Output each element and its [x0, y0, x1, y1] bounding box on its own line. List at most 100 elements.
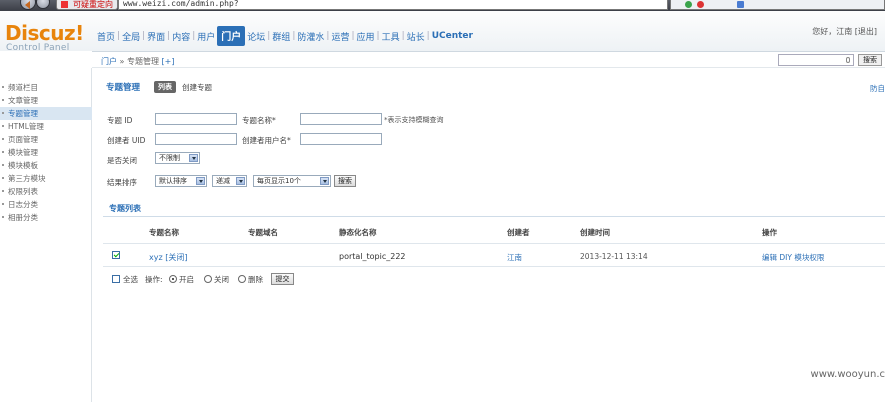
greeting-text: 您好，江南 [812, 27, 853, 36]
sidebar-item-channels[interactable]: 频道栏目 [0, 81, 92, 94]
creator-uid-input[interactable] [155, 133, 237, 145]
browser-extension-area [670, 0, 885, 10]
nav-operation[interactable]: 运营 [329, 30, 351, 43]
main-content: 专题管理 列表 创建专题 防自 专题 ID 专题名称* *表示支持模糊查询 创建… [92, 68, 885, 402]
topic-id-label: 专题 ID [107, 116, 133, 125]
address-bar-url: www.weizi.com/admin.php? [123, 0, 239, 8]
search-engine-icon[interactable] [737, 1, 744, 8]
topic-static-name-cell: portal_topic_222 [339, 252, 406, 261]
topic-id-input[interactable] [155, 113, 237, 125]
order-select[interactable]: 递减 [212, 175, 247, 187]
browser-toolbar: 可疑重定向 www.weizi.com/admin.php? [0, 0, 885, 11]
tab-list[interactable]: 列表 [154, 81, 177, 93]
nav-apps[interactable]: 应用 [355, 30, 377, 43]
breadcrumb-portal[interactable]: 门户 [101, 57, 117, 66]
batch-open-radio[interactable] [169, 275, 177, 283]
chevron-down-icon [189, 154, 198, 162]
select-all-label: 全选 [123, 275, 138, 284]
batch-close-radio[interactable] [204, 275, 212, 283]
nav-home[interactable]: 首页 [95, 30, 117, 43]
divider [103, 243, 885, 244]
sidebar-item-album-categories[interactable]: 相册分类 [0, 211, 92, 224]
breadcrumb-current: 专题管理 [127, 57, 159, 66]
sidebar-item-block-templates[interactable]: 模块模板 [0, 159, 92, 172]
sidebar-item-articles[interactable]: 文章管理 [0, 94, 92, 107]
nav-user[interactable]: 用户 [195, 30, 217, 43]
batch-delete-radio[interactable] [238, 275, 246, 283]
nav-content[interactable]: 内容 [170, 30, 192, 43]
topic-name-label: 专题名称* [242, 116, 276, 125]
sidebar-item-blog-categories[interactable]: 日志分类 [0, 198, 92, 211]
closed-select-value: 不限制 [159, 154, 180, 162]
watermark-text: www.wooyun.c [810, 369, 885, 380]
topic-name-input[interactable] [300, 113, 382, 125]
sidebar-item-html[interactable]: HTML管理 [0, 120, 92, 133]
creator-uid-label: 创建者 UID [107, 136, 146, 145]
sidebar-item-blocks[interactable]: 模块管理 [0, 146, 92, 159]
nav-tools[interactable]: 工具 [380, 30, 402, 43]
page-title-row: 专题管理 列表 创建专题 [106, 81, 212, 93]
row-checkbox[interactable] [112, 251, 120, 259]
microphone-icon [846, 57, 850, 63]
nav-forum[interactable]: 论坛 [245, 30, 267, 43]
logout-link[interactable]: [退出] [855, 27, 877, 36]
nav-ucenter[interactable]: UCenter [430, 31, 475, 41]
sort-select[interactable]: 默认排序 [155, 175, 207, 187]
order-select-value: 递减 [216, 177, 230, 185]
column-header-static-name: 静态化名称 [339, 228, 377, 237]
discuz-logo[interactable]: Discuz! [5, 21, 84, 45]
browser-tab[interactable]: 可疑重定向 [56, 0, 118, 10]
divider [103, 266, 885, 267]
closed-select[interactable]: 不限制 [155, 152, 200, 164]
chevron-down-icon [196, 177, 205, 185]
column-header-created: 创建时间 [580, 228, 610, 237]
nav-global[interactable]: 全局 [120, 30, 142, 43]
chevron-down-icon [320, 177, 329, 185]
creator-name-label: 创建者用户名* [242, 136, 291, 145]
nav-founder[interactable]: 站长 [405, 30, 427, 43]
batch-close-label: 关闭 [214, 275, 229, 284]
divider [103, 216, 885, 217]
address-bar[interactable]: www.weizi.com/admin.php? [118, 0, 668, 10]
breadcrumb-separator: » [119, 57, 125, 66]
column-header-name: 专题名称 [149, 228, 179, 237]
topic-actions-links[interactable]: 编辑 DIY 模块权限 [762, 252, 824, 263]
help-link[interactable]: 防自 [870, 83, 885, 94]
filter-search-button[interactable]: 搜索 [334, 175, 356, 187]
add-shortcut-link[interactable]: [+] [162, 57, 175, 66]
topic-name-link[interactable]: xyz [关闭] [149, 252, 187, 263]
sidebar-item-topics[interactable]: 专题管理 [0, 107, 92, 120]
sidebar-item-third-party-blocks[interactable]: 第三方模块 [0, 172, 92, 185]
sidebar-item-permissions[interactable]: 权限列表 [0, 185, 92, 198]
browser-tab-title: 可疑重定向 [73, 0, 113, 9]
topic-creator-link[interactable]: 江南 [507, 252, 522, 263]
nav-style[interactable]: 界面 [145, 30, 167, 43]
tab-create-topic[interactable]: 创建专题 [182, 82, 212, 93]
batch-submit-button[interactable]: 提交 [271, 273, 294, 285]
sidebar-item-pages[interactable]: 页面管理 [0, 133, 92, 146]
extension-icon[interactable] [697, 1, 704, 8]
perpage-select-value: 每页显示10个 [257, 177, 301, 185]
fuzzy-search-note: *表示支持模糊查询 [384, 116, 444, 124]
admin-search-input[interactable] [778, 54, 854, 66]
nav-portal[interactable]: 门户 [217, 26, 246, 46]
closed-label: 是否关闭 [107, 156, 137, 165]
batch-operation-label: 操作: [145, 275, 163, 284]
creator-name-input[interactable] [300, 133, 382, 145]
nav-group[interactable]: 群组 [270, 30, 292, 43]
breadcrumb-bar: 门户 » 专题管理 [+] 搜索 [92, 51, 885, 68]
browser-back-button[interactable] [20, 0, 36, 10]
admin-search-button[interactable]: 搜索 [858, 54, 882, 66]
chevron-down-icon [236, 177, 245, 185]
topic-created-cell: 2013-12-11 13:14 [580, 252, 648, 261]
user-area: 您好，江南 [退出] [812, 26, 877, 37]
extension-icon[interactable] [685, 1, 692, 8]
browser-forward-button[interactable] [36, 0, 50, 9]
batch-open-label: 开启 [179, 275, 194, 284]
select-all-checkbox[interactable] [112, 275, 120, 283]
perpage-select[interactable]: 每页显示10个 [253, 175, 331, 187]
topic-list-title: 专题列表 [109, 204, 141, 213]
breadcrumb: 门户 » 专题管理 [+] [101, 56, 175, 67]
nav-antispam[interactable]: 防灌水 [295, 30, 326, 43]
column-header-actions: 操作 [762, 228, 777, 237]
